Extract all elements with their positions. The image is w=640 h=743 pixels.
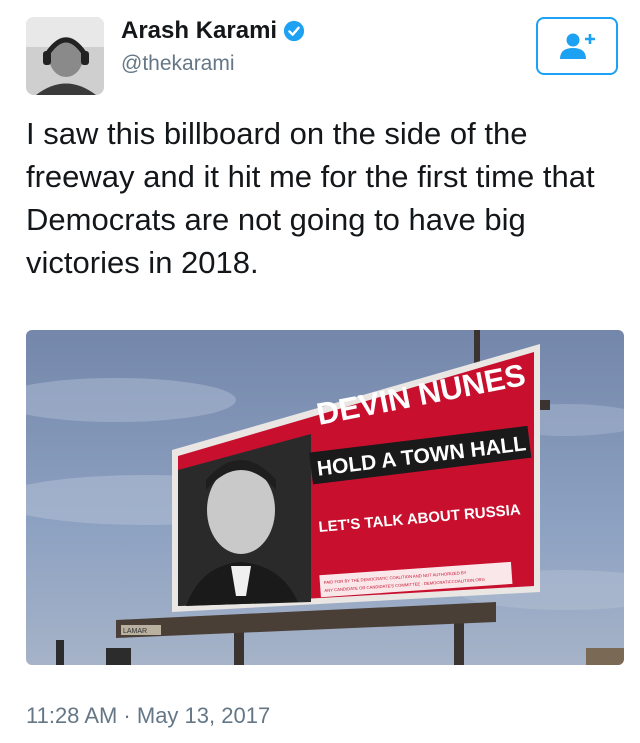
tweet-photo[interactable]: LAMAR DEVIN NUNES HOLD A TOWN HALL LET'S…: [26, 330, 624, 665]
avatar[interactable]: [26, 17, 104, 95]
tweet-timestamp[interactable]: 11:28 AM · May 13, 2017: [26, 703, 270, 729]
author-name[interactable]: Arash Karami: [121, 17, 277, 45]
avatar-photo: [26, 17, 104, 95]
billboard-photo: LAMAR DEVIN NUNES HOLD A TOWN HALL LET'S…: [26, 330, 624, 665]
operator-label: LAMAR: [123, 628, 147, 635]
verified-badge-icon: [283, 20, 305, 42]
add-user-icon: [560, 33, 595, 59]
tweet-text: I saw this billboard on the side of the …: [26, 116, 595, 280]
follow-button[interactable]: [536, 17, 618, 75]
author-handle[interactable]: @thekarami: [121, 52, 235, 76]
